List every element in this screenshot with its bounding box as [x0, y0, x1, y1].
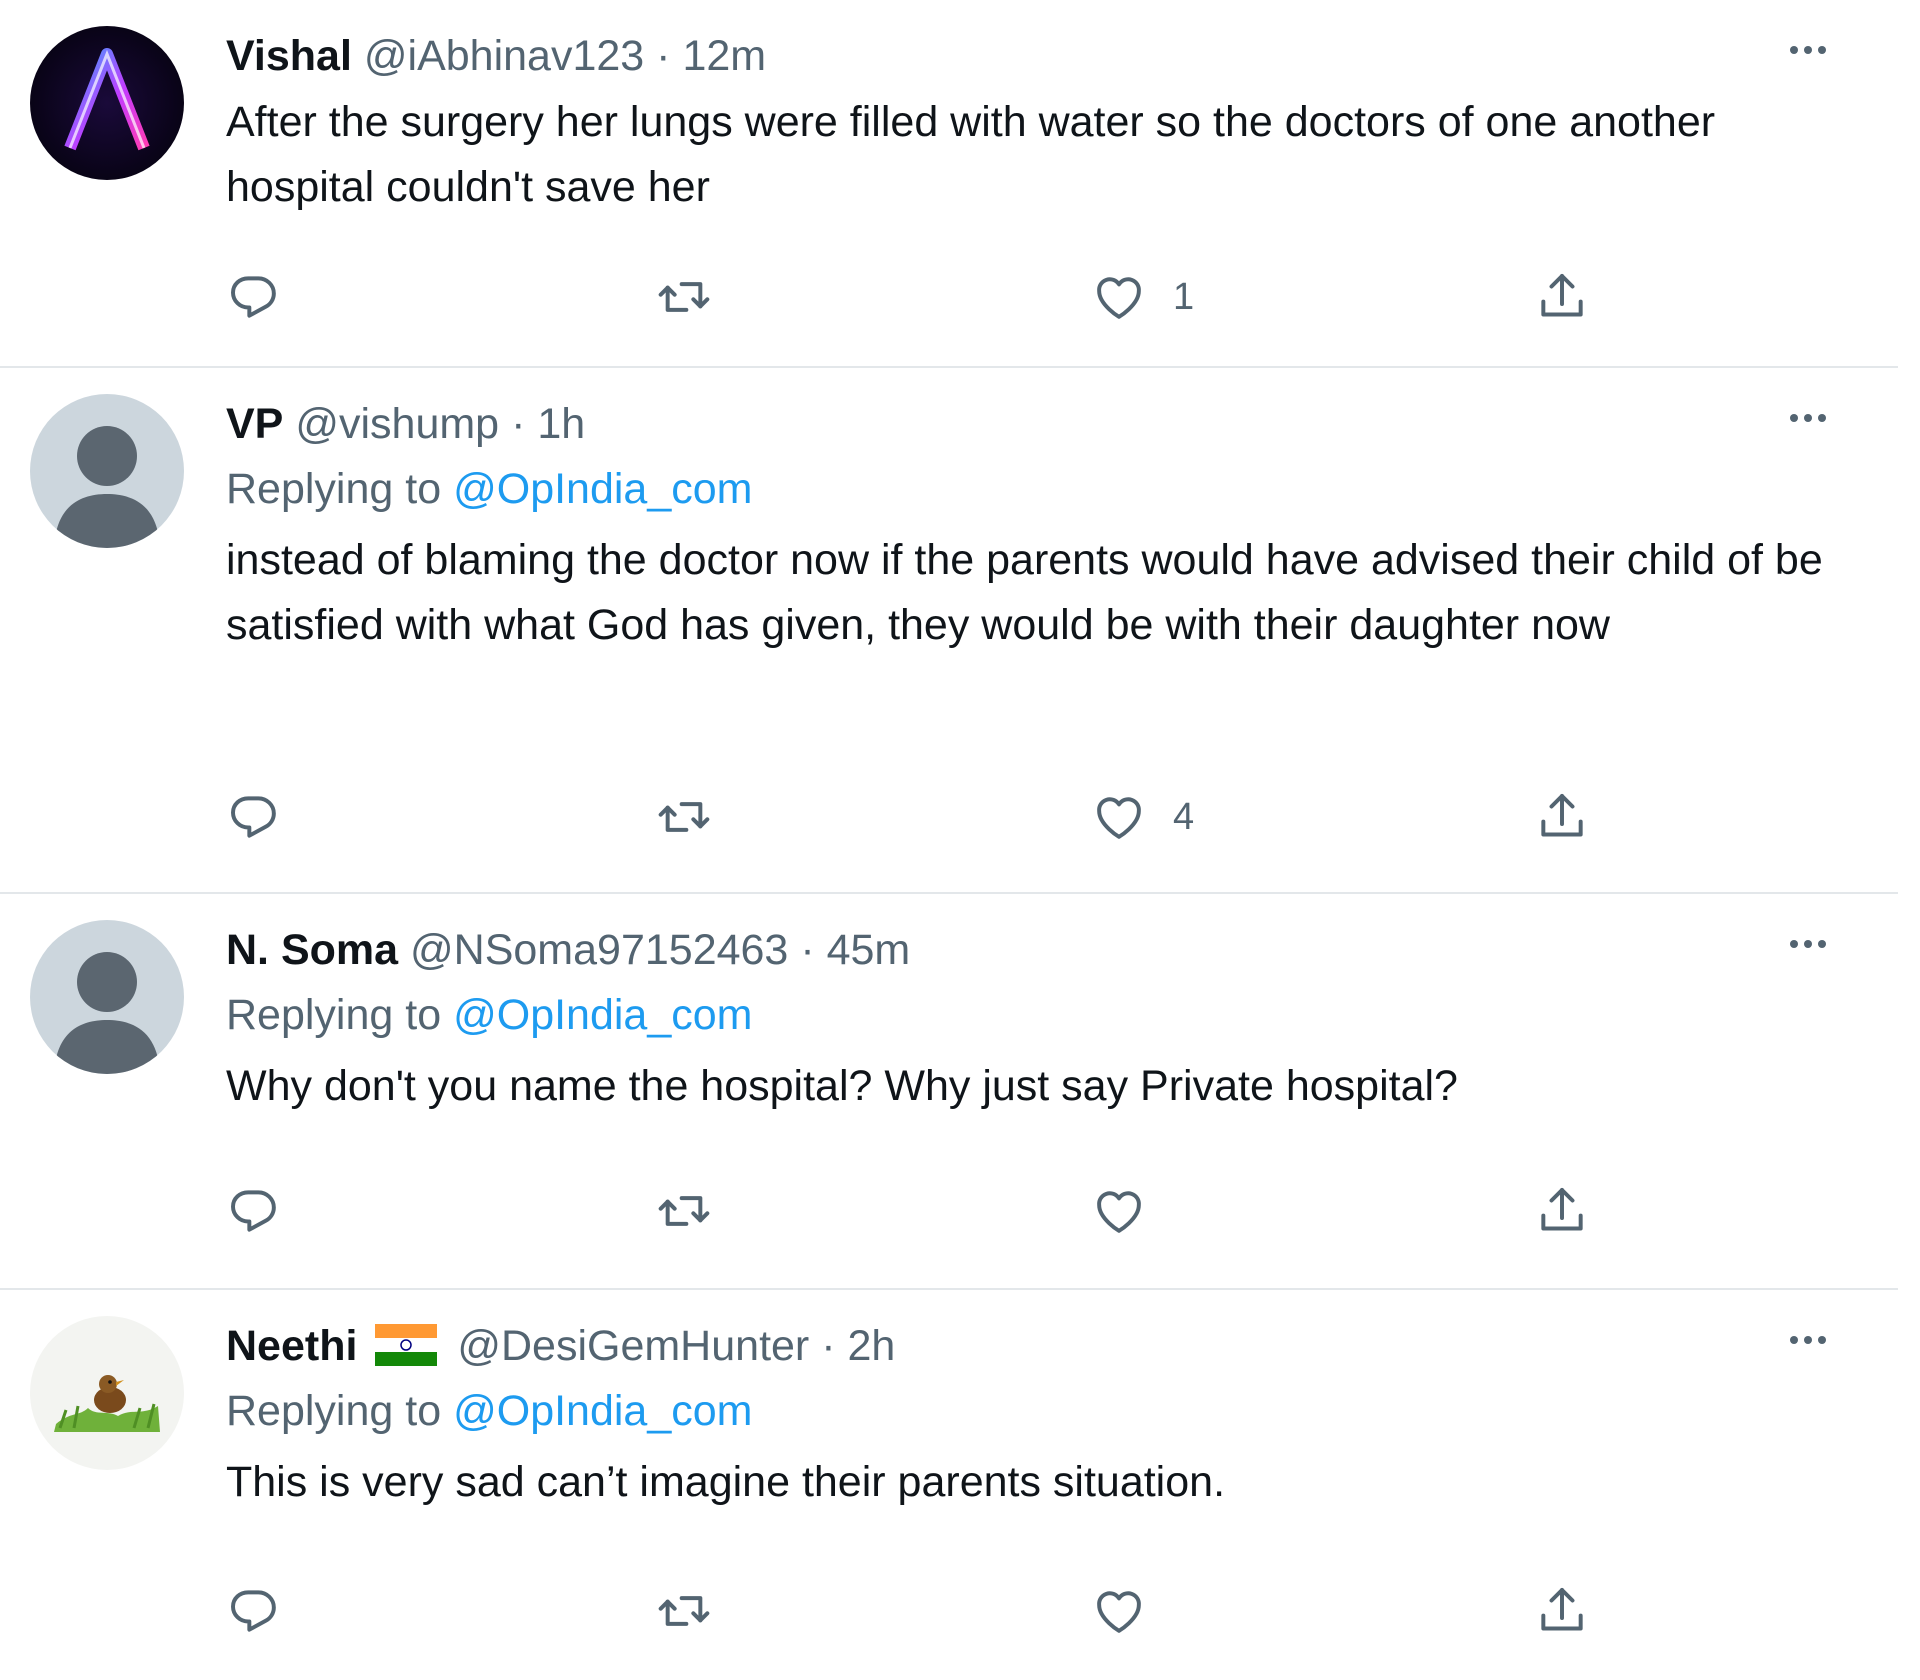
- letter-a-neon-avatar: [30, 26, 184, 180]
- default-user-avatar: [30, 920, 184, 1074]
- separator-dot: ·: [656, 32, 671, 80]
- retweet-icon: [658, 282, 710, 312]
- tweet-text: instead of blaming the doctor now if the…: [226, 536, 1823, 649]
- reply-icon: [231, 796, 276, 838]
- reply-icon: [231, 1590, 276, 1632]
- reply-button[interactable]: [226, 782, 282, 852]
- avatar[interactable]: [30, 394, 184, 548]
- retweet-button[interactable]: [656, 782, 712, 852]
- default-user-avatar: [30, 394, 184, 548]
- user-handle[interactable]: @DesiGemHunter: [457, 1322, 809, 1370]
- share-icon: [1541, 1188, 1583, 1231]
- display-name[interactable]: VP: [226, 400, 283, 448]
- replying-to-mention[interactable]: @OpIndia_com: [453, 991, 752, 1039]
- avatar[interactable]: [30, 920, 184, 1074]
- more-options-icon[interactable]: [1778, 924, 1838, 964]
- retweet-icon: [658, 1196, 710, 1226]
- tweet-actions: 4: [226, 782, 1626, 852]
- tweet-actions: [226, 1576, 1626, 1646]
- tweet-text: This is very sad can’t imagine their par…: [226, 1458, 1226, 1506]
- tweet[interactable]: N. Soma @NSoma97152463 · 45m Replying to…: [0, 894, 1898, 1290]
- replying-to-label: Replying to: [226, 991, 442, 1039]
- tweet-actions: 1: [226, 262, 1626, 332]
- like-button[interactable]: 1: [1091, 262, 1194, 332]
- tweet-header: Vishal @iAbhinav123 · 12m: [226, 26, 1858, 86]
- like-count: 1: [1173, 275, 1195, 318]
- avatar[interactable]: [30, 1316, 184, 1470]
- reply-icon: [231, 276, 276, 318]
- heart-icon: [1097, 277, 1141, 319]
- replying-to: Replying to @OpIndia_com: [226, 980, 1858, 1050]
- like-button[interactable]: [1091, 1576, 1147, 1646]
- replying-to-mention[interactable]: @OpIndia_com: [453, 1387, 752, 1435]
- share-button[interactable]: [1534, 1576, 1590, 1646]
- reply-button[interactable]: [226, 1176, 282, 1246]
- tweet-text: Why don't you name the hospital? Why jus…: [226, 1062, 1458, 1110]
- tweet-text: After the surgery her lungs were filled …: [226, 98, 1716, 211]
- share-button[interactable]: [1534, 782, 1590, 852]
- retweet-icon: [658, 1596, 710, 1626]
- india-flag-icon: [375, 1324, 438, 1366]
- heart-icon: [1097, 1591, 1141, 1633]
- replying-to-mention[interactable]: @OpIndia_com: [453, 465, 752, 513]
- display-name[interactable]: N. Soma: [226, 926, 398, 974]
- timestamp[interactable]: 2h: [847, 1322, 895, 1370]
- timestamp[interactable]: 45m: [827, 926, 911, 974]
- tweet-header: N. Soma @NSoma97152463 · 45m: [226, 920, 1858, 980]
- like-button[interactable]: 4: [1091, 782, 1194, 852]
- share-button[interactable]: [1534, 1176, 1590, 1246]
- replying-to: Replying to @OpIndia_com: [226, 454, 1858, 524]
- tweet[interactable]: Neethi @DesiGemHunter · 2h Replying to @…: [0, 1290, 1898, 1680]
- display-name[interactable]: Neethi: [226, 1322, 357, 1370]
- tweet-header: VP @vishump · 1h: [226, 394, 1858, 454]
- retweet-icon: [658, 802, 710, 832]
- retweet-button[interactable]: [656, 1576, 712, 1646]
- avatar[interactable]: [30, 26, 184, 180]
- more-options-icon[interactable]: [1778, 398, 1838, 438]
- heart-icon: [1097, 797, 1141, 839]
- separator-dot: ·: [800, 926, 815, 974]
- display-name[interactable]: Vishal: [226, 32, 352, 80]
- share-icon: [1541, 1588, 1583, 1631]
- share-icon: [1541, 794, 1583, 837]
- tweet[interactable]: Vishal @iAbhinav123 · 12m After the surg…: [0, 0, 1898, 368]
- retweet-button[interactable]: [656, 262, 712, 332]
- timestamp[interactable]: 1h: [537, 400, 585, 448]
- like-button[interactable]: [1091, 1176, 1147, 1246]
- separator-dot: ·: [821, 1322, 836, 1370]
- timestamp[interactable]: 12m: [682, 32, 766, 80]
- replying-to-label: Replying to: [226, 465, 442, 513]
- user-handle[interactable]: @NSoma97152463: [410, 926, 788, 974]
- heart-icon: [1097, 1191, 1141, 1233]
- replying-to: Replying to @OpIndia_com: [226, 1376, 1858, 1446]
- reply-button[interactable]: [226, 262, 282, 332]
- share-icon: [1541, 274, 1583, 317]
- user-handle[interactable]: @iAbhinav123: [364, 32, 644, 80]
- tweet[interactable]: VP @vishump · 1h Replying to @OpIndia_co…: [0, 368, 1898, 894]
- bird-on-grass-avatar: [30, 1316, 184, 1470]
- replies-feed: Vishal @iAbhinav123 · 12m After the surg…: [0, 0, 1920, 1680]
- like-count: 4: [1173, 795, 1195, 838]
- reply-button[interactable]: [226, 1576, 282, 1646]
- separator-dot: ·: [511, 400, 526, 448]
- reply-icon: [231, 1190, 276, 1232]
- share-button[interactable]: [1534, 262, 1590, 332]
- tweet-actions: [226, 1176, 1626, 1246]
- replying-to-label: Replying to: [226, 1387, 442, 1435]
- more-options-icon[interactable]: [1778, 1320, 1838, 1360]
- retweet-button[interactable]: [656, 1176, 712, 1246]
- more-options-icon[interactable]: [1778, 30, 1838, 70]
- tweet-header: Neethi @DesiGemHunter · 2h: [226, 1316, 1858, 1376]
- user-handle[interactable]: @vishump: [295, 400, 499, 448]
